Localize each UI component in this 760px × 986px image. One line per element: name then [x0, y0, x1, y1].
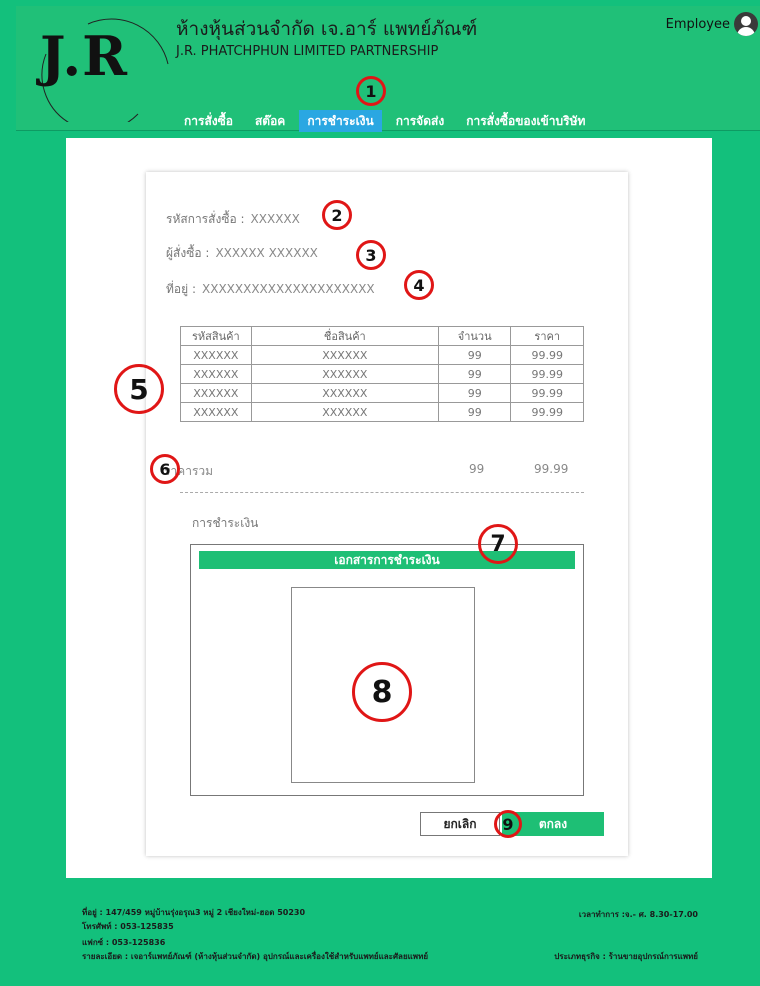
table-row: XXXXXX XXXXXX 99 99.99 — [180, 383, 584, 403]
address-label: ที่อยู่ : — [166, 282, 197, 296]
user-label: Employee — [665, 16, 730, 32]
footer-business-type: ประเภทธุรกิจ : ร้านขายอุปกรณ์การแพทย์ — [554, 952, 698, 961]
cell-price: 99.99 — [510, 402, 584, 422]
company-logo: J.R — [28, 14, 178, 122]
col-header-quantity: จำนวน — [437, 326, 512, 346]
annotation-marker-3: 3 — [356, 240, 386, 270]
cell-product-name: XXXXXX — [250, 364, 439, 384]
nav-tab-stock[interactable]: สต๊อค — [247, 110, 293, 132]
footer-fax: แฟกซ์ : 053-125836 — [82, 938, 166, 947]
address-row: ที่อยู่ : XXXXXXXXXXXXXXXXXXXXX — [166, 280, 375, 299]
footer-hours: เวลาทำการ :จ.- ศ. 8.30-17.00 — [578, 910, 698, 919]
nav-tab-delivery[interactable]: การจัดส่ง — [388, 110, 452, 132]
payment-section-label: การชำระเงิน — [192, 516, 259, 530]
annotation-marker-4: 4 — [404, 270, 434, 300]
table-row: XXXXXX XXXXXX 99 99.99 — [180, 402, 584, 422]
cell-price: 99.99 — [510, 383, 584, 403]
cancel-button[interactable]: ยกเลิก — [420, 812, 500, 836]
cell-quantity: 99 — [437, 364, 512, 384]
total-quantity: 99 — [469, 462, 485, 476]
footer-phone: โทรศัพท์ : 053-125835 — [82, 922, 174, 931]
cell-quantity: 99 — [437, 402, 512, 422]
buyer-label: ผู้สั่งซื้อ : — [166, 246, 210, 260]
footer: ที่อยู่ : 147/459 หมู่บ้านรุ่งอรุณ3 หมู่… — [66, 886, 712, 980]
cell-product-code: XXXXXX — [180, 345, 252, 365]
nav-tab-orders[interactable]: การสั่งซื้อ — [176, 110, 241, 132]
total-row: ราคารวม 99 99.99 — [164, 462, 584, 482]
cell-product-name: XXXXXX — [250, 402, 439, 422]
annotation-marker-9: 9 — [494, 810, 522, 838]
payment-document-header: เอกสารการชำระเงิน — [199, 551, 575, 569]
cell-price: 99.99 — [510, 345, 584, 365]
address-value: XXXXXXXXXXXXXXXXXXXXX — [202, 282, 375, 296]
cell-product-name: XXXXXX — [250, 345, 439, 365]
annotation-marker-6: 6 — [150, 454, 180, 484]
table-header-row: รหัสสินค้า ชื่อสินค้า จำนวน ราคา — [180, 326, 584, 346]
cell-price: 99.99 — [510, 364, 584, 384]
buyer-value: XXXXXX XXXXXX — [215, 246, 318, 260]
logo-text: J.R — [40, 24, 129, 88]
total-price: 99.99 — [534, 462, 569, 476]
company-name-english: J.R. PHATCHPHUN LIMITED PARTNERSHIP — [176, 44, 439, 59]
cell-product-code: XXXXXX — [180, 402, 252, 422]
annotation-marker-7: 7 — [478, 524, 518, 564]
cell-product-name: XXXXXX — [250, 383, 439, 403]
footer-details: รายละเอียด : เจอาร์แพทย์ภัณฑ์ (ห้างหุ้นส… — [82, 952, 429, 961]
user-avatar-icon[interactable] — [734, 12, 758, 36]
footer-address: ที่อยู่ : 147/459 หมู่บ้านรุ่งอรุณ3 หมู่… — [82, 908, 306, 917]
order-id-label: รหัสการสั่งซื้อ : — [166, 212, 245, 226]
table-row: XXXXXX XXXXXX 99 99.99 — [180, 345, 584, 365]
cell-quantity: 99 — [437, 383, 512, 403]
user-menu[interactable]: Employee — [666, 12, 758, 36]
col-header-price: ราคา — [510, 326, 584, 346]
table-row: XXXXXX XXXXXX 99 99.99 — [180, 364, 584, 384]
header: J.R ห้างหุ้นส่วนจำกัด เจ.อาร์ แพทย์ภัณฑ์… — [16, 6, 760, 132]
buyer-row: ผู้สั่งซื้อ : XXXXXX XXXXXX — [166, 244, 318, 263]
annotation-marker-2: 2 — [322, 200, 352, 230]
nav-tab-company-purchase[interactable]: การสั่งซื้อของเข้าบริษัท — [458, 110, 593, 132]
total-divider — [180, 492, 584, 493]
col-header-product-name: ชื่อสินค้า — [250, 326, 439, 346]
col-header-product-code: รหัสสินค้า — [180, 326, 252, 346]
nav-tab-payment[interactable]: การชำระเงิน — [299, 110, 382, 132]
order-id-row: รหัสการสั่งซื้อ : XXXXXX — [166, 210, 300, 229]
order-items-table: รหัสสินค้า ชื่อสินค้า จำนวน ราคา XXXXXX … — [180, 326, 584, 422]
company-name-thai: ห้างหุ้นส่วนจำกัด เจ.อาร์ แพทย์ภัณฑ์ — [176, 18, 478, 40]
annotation-marker-5: 5 — [114, 364, 164, 414]
cell-product-code: XXXXXX — [180, 364, 252, 384]
annotation-marker-1: 1 — [356, 76, 386, 106]
cell-quantity: 99 — [437, 345, 512, 365]
order-id-value: XXXXXX — [250, 212, 300, 226]
cell-product-code: XXXXXX — [180, 383, 252, 403]
main-nav: การสั่งซื้อ สต๊อค การชำระเงิน การจัดส่ง … — [176, 110, 599, 132]
annotation-marker-8: 8 — [352, 662, 412, 722]
